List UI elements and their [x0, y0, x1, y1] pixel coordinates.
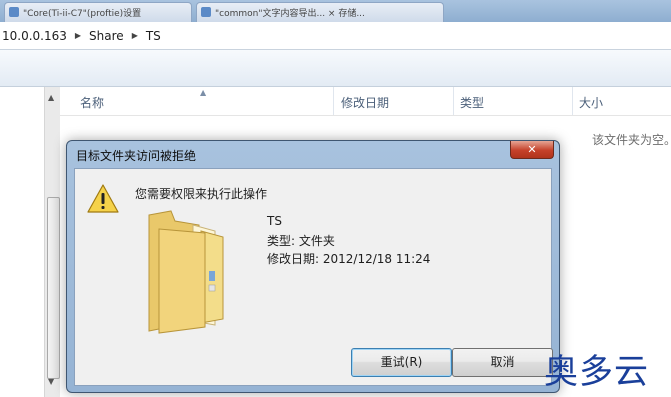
- navigation-scrollbar[interactable]: ▲ ▼: [44, 87, 60, 397]
- page-icon: [9, 7, 19, 17]
- browser-tab-1-label: "Core(Ti-ii-C7"(proftie)设置: [23, 9, 142, 19]
- item-name: TS: [267, 214, 282, 228]
- browser-tab-strip: "Core(Ti-ii-C7"(proftie)设置 "common"文字内容导…: [0, 0, 671, 23]
- command-bar: [0, 50, 671, 87]
- page-icon: [201, 7, 211, 17]
- breadcrumb-ts[interactable]: TS: [146, 29, 161, 43]
- breadcrumb-chevron-icon[interactable]: ▶: [75, 31, 81, 40]
- column-type[interactable]: 类型: [460, 94, 484, 111]
- watermark-logo: 奥多云: [544, 352, 649, 392]
- dialog-message: 您需要权限来执行此操作: [135, 187, 268, 201]
- column-divider[interactable]: [453, 87, 454, 115]
- column-name[interactable]: 名称: [80, 94, 104, 111]
- address-bar[interactable]: 10.0.0.163 ▶ Share ▶ TS: [0, 22, 671, 50]
- column-divider[interactable]: [333, 87, 334, 115]
- empty-folder-message: 该文件夹为空。: [592, 133, 671, 147]
- column-divider[interactable]: [572, 87, 573, 115]
- breadcrumb-host[interactable]: 10.0.0.163: [2, 29, 67, 43]
- dialog-close-button[interactable]: ✕: [510, 141, 554, 159]
- column-size[interactable]: 大小: [579, 94, 603, 111]
- navigation-pane[interactable]: [0, 87, 44, 397]
- item-modified: 修改日期: 2012/12/18 11:24: [267, 252, 431, 266]
- retry-button[interactable]: 重试(R): [351, 348, 452, 377]
- dialog-title: 目标文件夹访问被拒绝: [76, 149, 197, 163]
- scroll-thumb[interactable]: [47, 197, 60, 379]
- dialog-body: 您需要权限来执行此操作 TS 类型: 文件夹 修改日期: 2012/12/18 …: [74, 168, 553, 386]
- browser-tab-1[interactable]: "Core(Ti-ii-C7"(proftie)设置: [4, 2, 192, 22]
- access-denied-dialog: 目标文件夹访问被拒绝 ✕ 您需要权限来执行此操作 TS 类型: 文件夹 修改日期…: [66, 140, 560, 393]
- column-modified[interactable]: 修改日期: [341, 94, 389, 111]
- cancel-button[interactable]: 取消: [452, 348, 553, 377]
- item-type: 类型: 文件夹: [267, 234, 335, 248]
- warning-icon: [87, 184, 119, 213]
- scroll-up-icon[interactable]: ▲: [48, 93, 54, 102]
- breadcrumb-chevron-icon[interactable]: ▶: [132, 31, 138, 40]
- scroll-down-icon[interactable]: ▼: [48, 377, 54, 386]
- folder-icon: [148, 210, 224, 334]
- sort-ascending-icon: ▲: [200, 88, 207, 97]
- breadcrumb-share[interactable]: Share: [89, 29, 124, 43]
- browser-tab-2[interactable]: "common"文字内容导出... × 存储...: [196, 2, 444, 22]
- column-header-row: ▲ 名称 修改日期 类型 大小: [60, 87, 671, 116]
- browser-tab-2-label: "common"文字内容导出... × 存储...: [215, 9, 365, 19]
